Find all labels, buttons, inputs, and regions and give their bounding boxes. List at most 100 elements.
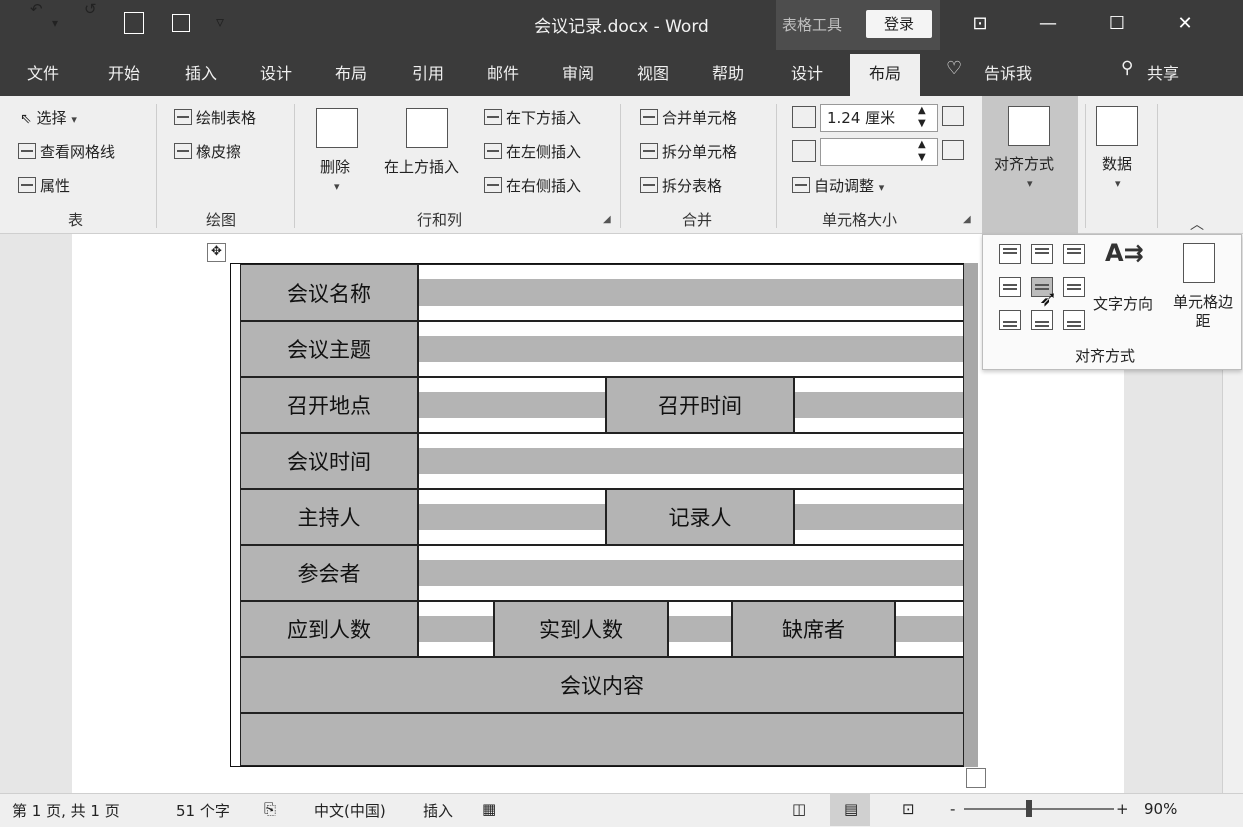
align-top-center-button[interactable] <box>1031 244 1053 264</box>
tab-view[interactable]: 视图 <box>637 60 669 84</box>
eraser-button[interactable]: 橡皮擦 <box>174 141 241 162</box>
dialog-launcher-icon[interactable]: ◢ <box>963 214 971 225</box>
table-cell-label[interactable]: 参会者 <box>240 545 418 601</box>
customize-quick-access-icon[interactable]: ▿ <box>216 12 224 31</box>
split-table-button[interactable]: 拆分表格 <box>640 175 722 196</box>
undo-icon[interactable]: ↶ <box>30 0 43 18</box>
table-cell-label[interactable]: 主持人 <box>240 489 418 545</box>
table-cell-content[interactable] <box>240 713 964 766</box>
text-direction-icon[interactable]: A⇉ <box>1105 239 1144 267</box>
autofit-button[interactable]: 自动调整 ▾ <box>792 175 884 196</box>
table-cell-label[interactable]: 实到人数 <box>494 601 668 657</box>
tab-file[interactable]: 文件 <box>27 60 59 84</box>
insert-left-button[interactable]: 在左侧插入 <box>484 141 581 162</box>
distribute-columns-icon[interactable] <box>942 140 964 160</box>
tab-page-layout[interactable]: 布局 <box>335 60 367 84</box>
insert-above-button[interactable]: 在上方插入 <box>384 156 459 177</box>
zoom-slider-track[interactable] <box>964 808 1114 810</box>
zoom-slider-thumb[interactable] <box>1026 800 1032 817</box>
align-bottom-left-button[interactable] <box>999 310 1021 330</box>
meeting-record-table[interactable]: 会议名称 会议主题 召开地点 召开时间 会议时间 主持人 记录人 参会者 应到人… <box>230 263 964 767</box>
maximize-button[interactable]: ☐ <box>1092 8 1142 40</box>
split-cells-button[interactable]: 拆分单元格 <box>640 141 737 162</box>
table-cell-value[interactable] <box>418 545 964 601</box>
redo-icon[interactable]: ↺ <box>84 0 97 18</box>
distribute-rows-icon[interactable] <box>942 106 964 126</box>
tell-me-search[interactable]: 告诉我 <box>984 60 1032 84</box>
align-bottom-right-button[interactable] <box>1063 310 1085 330</box>
alignment-icon[interactable] <box>1008 106 1050 146</box>
view-gridlines-button[interactable]: 查看网格线 <box>18 141 115 162</box>
data-button[interactable]: 数据 <box>1102 153 1132 174</box>
table-cell-value[interactable] <box>418 601 494 657</box>
table-move-icon[interactable]: ✥ <box>207 243 226 262</box>
alignment-button[interactable]: 对齐方式 <box>994 153 1054 174</box>
table-cell-label[interactable]: 应到人数 <box>240 601 418 657</box>
print-layout-icon[interactable]: ▤ <box>844 800 858 818</box>
delete-table-icon[interactable] <box>316 108 358 148</box>
tab-mailings[interactable]: 邮件 <box>487 60 519 84</box>
properties-button[interactable]: 属性 <box>18 175 70 196</box>
table-cell-value[interactable] <box>794 377 964 433</box>
insert-below-button[interactable]: 在下方插入 <box>484 107 581 128</box>
table-cell-label[interactable]: 缺席者 <box>732 601 895 657</box>
merge-cells-button[interactable]: 合并单元格 <box>640 107 737 128</box>
table-cell-value[interactable] <box>895 601 964 657</box>
table-cell-value[interactable] <box>418 433 964 489</box>
word-count[interactable]: 51 个字 <box>176 800 230 821</box>
language-indicator[interactable]: 中文(中国) <box>314 800 386 821</box>
tab-insert[interactable]: 插入 <box>185 60 217 84</box>
table-cell-value[interactable] <box>418 489 606 545</box>
zoom-in-button[interactable]: + <box>1116 800 1129 818</box>
table-cell-value[interactable] <box>418 264 964 321</box>
login-button[interactable]: 登录 <box>866 10 932 38</box>
touch-mode-icon[interactable] <box>124 12 144 34</box>
dialog-launcher-icon[interactable]: ◢ <box>603 214 611 225</box>
column-width-spinner[interactable]: ▲ ▼ <box>918 138 926 164</box>
align-bottom-center-button[interactable] <box>1031 310 1053 330</box>
text-direction-button[interactable]: 文字方向 <box>1093 293 1153 314</box>
table-cell-label[interactable]: 召开时间 <box>606 377 794 433</box>
table-cell-label[interactable]: 会议名称 <box>240 264 418 321</box>
cell-margins-icon[interactable] <box>1183 243 1215 283</box>
align-top-right-button[interactable] <box>1063 244 1085 264</box>
tab-table-layout[interactable]: 布局 <box>850 54 920 96</box>
macro-icon[interactable]: ▦ <box>482 800 496 818</box>
table-resize-handle[interactable] <box>966 768 986 788</box>
undo-dropdown-icon[interactable]: ▾ <box>52 16 58 30</box>
close-button[interactable]: ✕ <box>1160 8 1210 40</box>
web-layout-icon[interactable]: ⊡ <box>902 800 915 818</box>
insert-mode-indicator[interactable]: 插入 <box>423 800 453 821</box>
collapse-ribbon-icon[interactable]: ︿ <box>1190 214 1204 234</box>
table-cell-label[interactable]: 会议内容 <box>240 657 964 713</box>
table-cell-value[interactable] <box>418 321 964 377</box>
data-icon[interactable] <box>1096 106 1138 146</box>
select-button[interactable]: ⇖ 选择 ▾ <box>20 107 77 128</box>
zoom-out-button[interactable]: - <box>950 800 955 818</box>
table-cell-label[interactable]: 会议主题 <box>240 321 418 377</box>
tab-home[interactable]: 开始 <box>108 60 140 84</box>
page-count[interactable]: 第 1 页, 共 1 页 <box>12 800 120 821</box>
table-cell-label[interactable]: 召开地点 <box>240 377 418 433</box>
save-icon[interactable] <box>172 14 190 32</box>
insert-right-button[interactable]: 在右侧插入 <box>484 175 581 196</box>
delete-button[interactable]: 删除 <box>320 156 350 177</box>
tab-references[interactable]: 引用 <box>412 60 444 84</box>
minimize-button[interactable]: — <box>1023 8 1073 40</box>
table-cell-label[interactable]: 会议时间 <box>240 433 418 489</box>
ribbon-display-options-icon[interactable]: ⊡ <box>955 8 1005 40</box>
tab-review[interactable]: 审阅 <box>562 60 594 84</box>
table-cell-value[interactable] <box>418 377 606 433</box>
table-cell-label[interactable]: 记录人 <box>606 489 794 545</box>
tab-help[interactable]: 帮助 <box>712 60 744 84</box>
table-cell-value[interactable] <box>794 489 964 545</box>
table-cell-value[interactable] <box>668 601 732 657</box>
tab-table-design[interactable]: 设计 <box>791 60 823 84</box>
zoom-level[interactable]: 90% <box>1144 800 1177 818</box>
share-button[interactable]: 共享 <box>1147 60 1179 84</box>
insert-above-icon[interactable] <box>406 108 448 148</box>
read-mode-icon[interactable]: ◫ <box>792 800 806 818</box>
row-height-spinner[interactable]: ▲ ▼ <box>918 104 926 130</box>
align-center-left-button[interactable] <box>999 277 1021 297</box>
proofing-icon[interactable]: ⎘ <box>264 800 276 818</box>
